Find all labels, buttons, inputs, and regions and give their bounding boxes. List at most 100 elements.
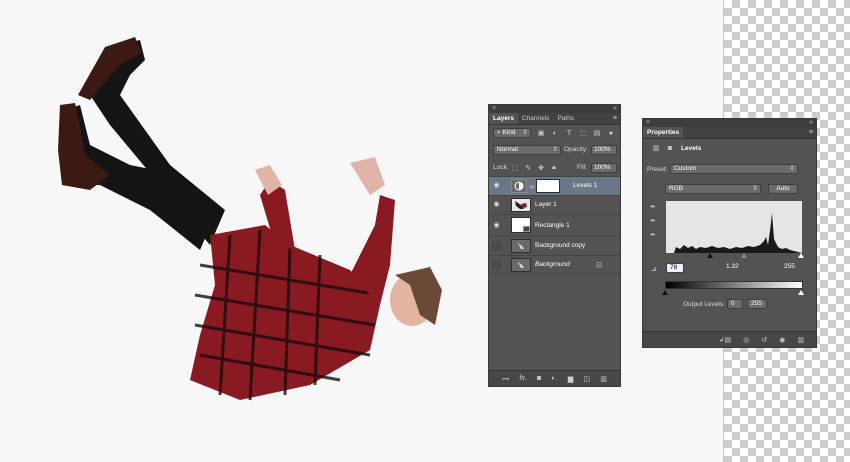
fill-value: 100% bbox=[594, 164, 611, 171]
levels-histogram-icon: ▥ bbox=[652, 145, 660, 152]
input-gamma-value: 1.32 bbox=[726, 263, 739, 270]
input-gamma-field[interactable]: 1.32 bbox=[723, 263, 741, 273]
falling-man-photo bbox=[58, 37, 442, 401]
tab-layers[interactable]: Layers bbox=[489, 113, 518, 124]
fx-icon[interactable]: fx. bbox=[519, 375, 526, 382]
trash-icon[interactable]: ▥ bbox=[600, 375, 607, 383]
new-adjustment-icon[interactable]: ◐. bbox=[551, 375, 557, 382]
shape-thumbnail bbox=[511, 217, 531, 233]
fill-input[interactable]: 100% bbox=[591, 163, 617, 173]
mask-icon[interactable]: ◙ bbox=[666, 144, 674, 152]
preset-select[interactable]: Custom ⇕ bbox=[670, 164, 798, 174]
input-white-field[interactable]: 255 bbox=[781, 263, 799, 273]
collapse-icon[interactable]: « bbox=[809, 119, 813, 127]
filter-type-icon[interactable]: T bbox=[565, 129, 573, 137]
layer-thumbnail bbox=[511, 239, 531, 253]
layers-tabs: Layers Channels Paths ≡ bbox=[489, 113, 620, 125]
layer-row-levels[interactable]: ◉ ∞ Levels 1 bbox=[489, 176, 620, 195]
channel-value: RGB bbox=[669, 185, 684, 192]
eyedropper-black-icon[interactable]: ✒ bbox=[649, 203, 657, 211]
preset-value: Custom bbox=[674, 165, 697, 172]
histogram bbox=[666, 201, 802, 253]
input-white-slider[interactable] bbox=[798, 253, 804, 258]
filter-pixel-icon[interactable]: ▣ bbox=[537, 129, 545, 137]
panel-menu-icon[interactable]: ≡ bbox=[613, 113, 617, 125]
visibility-toggle[interactable] bbox=[492, 242, 501, 250]
auto-label: Auto bbox=[776, 185, 790, 192]
layer-name: Rectangle 1 bbox=[535, 222, 570, 229]
filter-shape-icon[interactable]: ⬚ bbox=[579, 129, 587, 137]
eyedropper-gray-icon[interactable]: ✒ bbox=[649, 217, 657, 225]
preset-label: Preset: bbox=[647, 166, 668, 173]
add-mask-icon[interactable]: ◙ bbox=[537, 375, 541, 382]
new-group-icon[interactable]: ▆ bbox=[568, 375, 573, 383]
layer-row-rectangle[interactable]: ◉ Rectangle 1 bbox=[489, 214, 620, 236]
layer-row-layer1[interactable]: ◉ Layer 1 bbox=[489, 195, 620, 214]
opacity-value: 100% bbox=[594, 146, 611, 153]
output-black-value: 0 bbox=[731, 300, 735, 307]
input-gamma-slider[interactable] bbox=[741, 253, 747, 258]
output-white-field[interactable]: 255 bbox=[747, 299, 767, 309]
lock-pixels-icon[interactable]: ✎ bbox=[524, 164, 532, 172]
new-layer-icon[interactable]: ◳ bbox=[583, 375, 590, 383]
clipping-warning-icon[interactable]: ⊿ bbox=[648, 265, 660, 273]
layer-name: Background copy bbox=[535, 242, 586, 249]
collapse-icon[interactable]: « bbox=[613, 105, 617, 113]
blend-mode-value: Normal bbox=[497, 146, 518, 153]
properties-panel[interactable]: × « Properties ≡ ▥ ◙ Levels Preset: Cust… bbox=[642, 118, 817, 348]
layer-row-background-copy[interactable]: Background copy bbox=[489, 236, 620, 255]
visibility-eye-icon[interactable]: ◉ bbox=[492, 222, 501, 230]
link-icon[interactable]: ∞ bbox=[529, 183, 535, 191]
layer-name: Layer 1 bbox=[535, 201, 557, 208]
panel-titlebar[interactable]: × « bbox=[489, 105, 620, 113]
blend-mode-select[interactable]: Normal ⇕ bbox=[493, 145, 561, 155]
filter-adjustment-icon[interactable]: ◐ bbox=[551, 129, 559, 137]
trash-icon[interactable]: ▥ bbox=[797, 336, 804, 344]
input-white-value: 255 bbox=[784, 263, 795, 270]
input-black-field[interactable]: 78 bbox=[666, 263, 684, 273]
layer-row-background[interactable]: Background ⊡ bbox=[489, 255, 620, 274]
input-black-value: 78 bbox=[670, 264, 678, 271]
fill-label: Fill: bbox=[577, 164, 588, 171]
output-black-field[interactable]: 0 bbox=[727, 299, 743, 309]
shape-badge-icon bbox=[523, 226, 530, 232]
tab-paths[interactable]: Paths bbox=[553, 113, 578, 124]
tab-channels[interactable]: Channels bbox=[518, 113, 553, 124]
output-black-slider[interactable] bbox=[662, 290, 668, 295]
close-icon[interactable]: × bbox=[492, 105, 496, 113]
layer-name: Levels 1 bbox=[573, 182, 598, 189]
opacity-input[interactable]: 100% bbox=[591, 145, 617, 155]
layers-panel[interactable]: × « Layers Channels Paths ≡ ⌕ Kind ⇕ ▣ ◐ … bbox=[488, 104, 621, 387]
opacity-label: Opacity: bbox=[564, 146, 588, 153]
view-previous-icon[interactable]: ◎ bbox=[743, 336, 749, 344]
visibility-toggle[interactable] bbox=[492, 261, 501, 269]
filter-toggle-icon[interactable]: ● bbox=[607, 129, 615, 137]
visibility-eye-icon[interactable]: ◉ bbox=[492, 201, 501, 209]
filter-kind-value: Kind bbox=[502, 129, 516, 136]
close-icon[interactable]: × bbox=[646, 119, 650, 127]
lock-position-icon[interactable]: ✥ bbox=[537, 164, 545, 172]
tab-properties[interactable]: Properties bbox=[643, 127, 684, 138]
input-black-slider[interactable] bbox=[707, 253, 713, 258]
filter-kind-select[interactable]: ⌕ Kind ⇕ bbox=[493, 128, 531, 138]
panel-menu-icon[interactable]: ≡ bbox=[809, 127, 813, 139]
link-layers-icon[interactable]: ⊶ bbox=[502, 375, 509, 383]
output-levels-label: Output Levels: bbox=[683, 301, 725, 308]
clip-to-layer-icon[interactable]: ↲▤ bbox=[719, 336, 731, 344]
output-gradient-bar bbox=[665, 281, 803, 289]
channel-select[interactable]: RGB ⇕ bbox=[665, 184, 761, 194]
filter-smart-object-icon[interactable]: ▤ bbox=[593, 129, 601, 137]
layer-mask-thumbnail[interactable] bbox=[536, 179, 560, 193]
output-white-slider[interactable] bbox=[798, 290, 804, 295]
layer-thumbnail bbox=[511, 258, 531, 272]
lock-transparent-icon[interactable]: ⬚ bbox=[511, 164, 519, 172]
reset-icon[interactable]: ↺ bbox=[761, 336, 767, 344]
visibility-eye-icon[interactable]: ◉ bbox=[492, 182, 501, 190]
auto-button[interactable]: Auto bbox=[768, 184, 798, 194]
levels-adjustment-icon bbox=[511, 179, 527, 193]
lock-all-icon[interactable]: 🔒︎ bbox=[550, 164, 558, 172]
panel-titlebar[interactable]: × « bbox=[643, 119, 816, 127]
visibility-icon[interactable]: ◉ bbox=[779, 336, 785, 344]
eyedropper-white-icon[interactable]: ✒ bbox=[649, 231, 657, 239]
adjustment-name: Levels bbox=[681, 145, 702, 152]
